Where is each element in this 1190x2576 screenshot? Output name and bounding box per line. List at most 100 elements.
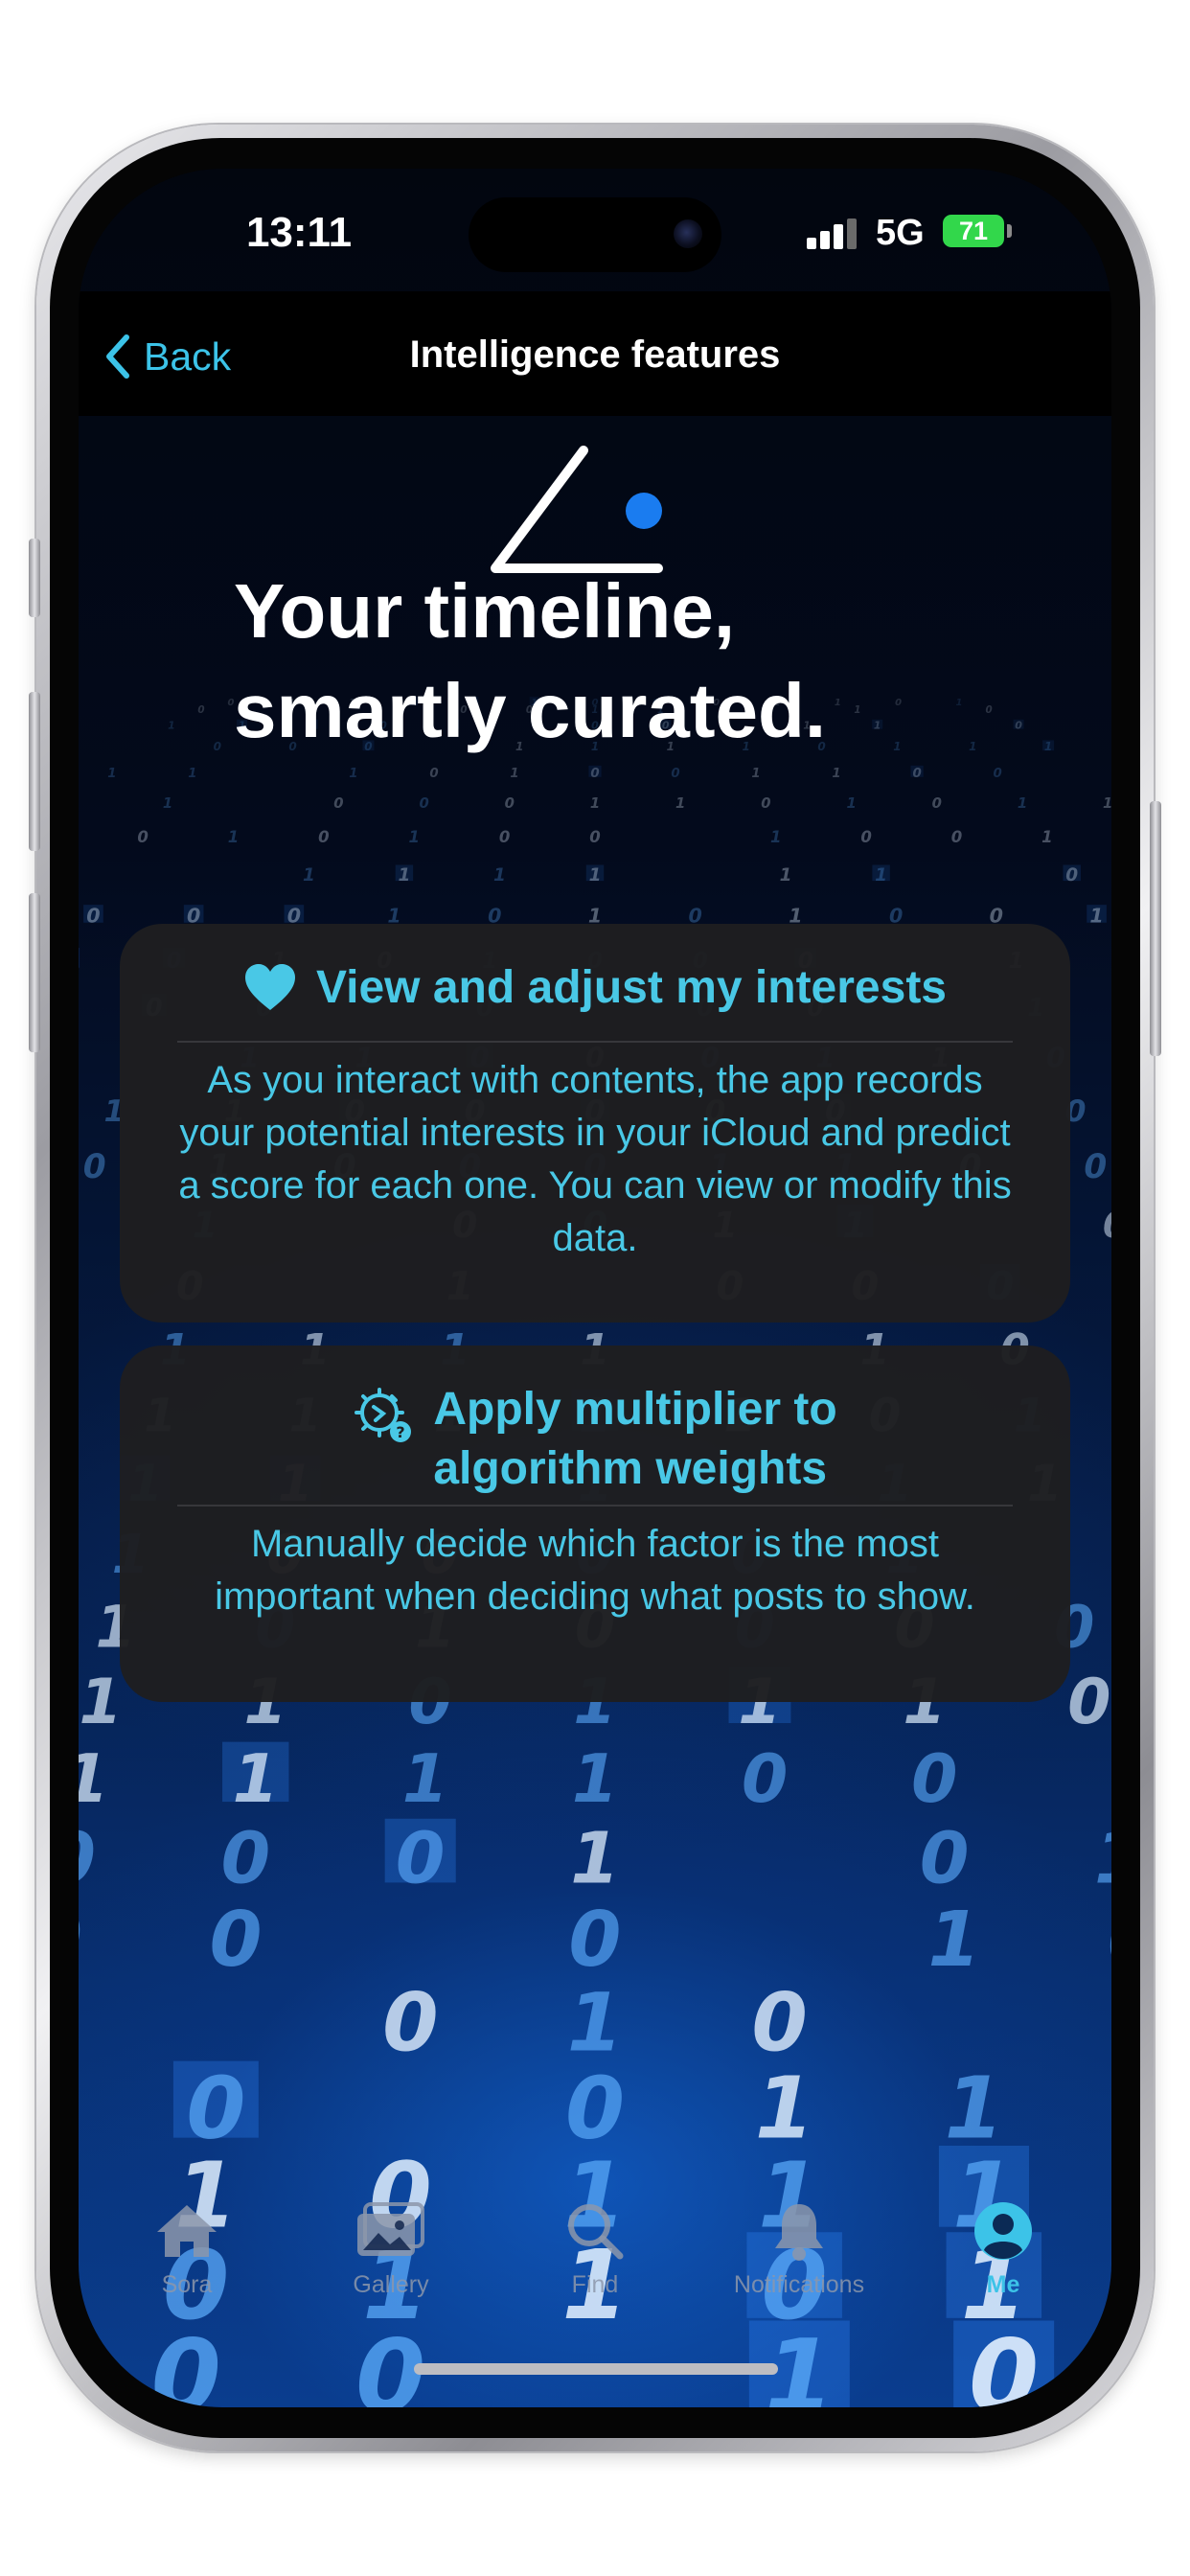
house-icon [157, 2205, 217, 2257]
binary-digit: 1 [590, 795, 600, 812]
binary-digit: 1 [1094, 1817, 1111, 1899]
tab-gallery[interactable]: Gallery [295, 2196, 487, 2312]
binary-digit: 0 [671, 767, 679, 781]
binary-digit: 1 [1018, 795, 1027, 812]
status-time: 13:11 [245, 209, 353, 256]
binary-digit: 1 [233, 1741, 279, 1818]
battery-tip [1007, 224, 1012, 238]
binary-digit: 1 [409, 828, 420, 846]
binary-digit: 1 [1089, 905, 1103, 928]
tab-bar: Sora Gallery Find Notifications Me [79, 2196, 1111, 2340]
binary-digit: 0 [333, 795, 343, 812]
binary-digit: 1 [875, 865, 887, 886]
binary-digit: 0 [318, 828, 329, 846]
binary-digit: 0 [565, 2058, 625, 2158]
binary-digit: 0 [590, 767, 599, 781]
interests-card-description: As you interact with contents, the app r… [178, 1059, 1012, 1259]
binary-digit: 0 [1103, 1204, 1111, 1246]
multiplier-card[interactable]: ? Apply multiplier to algorithm weights … [120, 1346, 1070, 1702]
network-type: 5G [876, 213, 925, 253]
binary-digit: 0 [214, 740, 221, 753]
binary-digit: 0 [419, 795, 428, 812]
binary-digit: 1 [228, 828, 239, 846]
binary-digit: 1 [832, 767, 840, 781]
binary-digit: 0 [186, 2058, 245, 2158]
svg-text:?: ? [397, 1423, 405, 1441]
multiplier-card-description: Manually decide which factor is the most… [215, 1523, 975, 1618]
binary-digit: 0 [912, 767, 921, 781]
cellular-signal-icon [807, 218, 857, 249]
volume-up-button [29, 692, 40, 851]
volume-down-button [29, 893, 40, 1052]
tab-me[interactable]: Me [907, 2196, 1099, 2312]
binary-digit: 1 [79, 1741, 109, 1818]
tab-notifications[interactable]: Notifications [703, 2196, 895, 2312]
multiplier-card-title-line-1: Apply multiplier to [433, 1384, 837, 1435]
binary-digit: 1 [1041, 828, 1052, 846]
binary-digit: 1 [846, 795, 856, 812]
binary-digit: 0 [860, 828, 871, 846]
binary-digit: 1 [927, 1896, 980, 1984]
interests-card[interactable]: View and adjust my interests As you inte… [120, 924, 1070, 1322]
binary-digit: 1 [510, 767, 518, 781]
binary-digit: 0 [1067, 1667, 1110, 1738]
back-button[interactable]: Back [103, 334, 231, 380]
binary-digit: 1 [493, 865, 506, 886]
battery-icon: 71 [943, 215, 1004, 247]
binary-digit: 0 [951, 828, 962, 846]
binary-digit: 1 [675, 795, 685, 812]
binary-digit: 1 [780, 865, 792, 886]
front-camera [674, 219, 702, 248]
binary-digit: 0 [221, 1817, 271, 1899]
binary-digit: 1 [168, 720, 175, 732]
binary-digit: 0 [932, 795, 942, 812]
binary-digit: 0 [210, 1896, 263, 1984]
binary-digit: 1 [1103, 795, 1111, 812]
binary-digit: 0 [197, 704, 204, 716]
interests-card-title: View and adjust my interests [315, 962, 947, 1013]
binary-digit: 0 [920, 1817, 970, 1899]
binary-digit: 0 [429, 767, 438, 781]
tab-label: Notifications [733, 2271, 865, 2298]
multiplier-card-title: Apply multiplier to algorithm weights [433, 1380, 836, 1499]
binary-digit: 0 [86, 905, 100, 928]
binary-digit: 0 [499, 828, 510, 846]
binary-digit: 0 [382, 1976, 438, 2070]
binary-digit: 0 [79, 1896, 82, 1984]
binary-digit: 1 [402, 1741, 448, 1818]
tab-sora[interactable]: Sora [91, 2196, 283, 2312]
bell-icon [775, 2204, 823, 2261]
binary-digit: 1 [589, 865, 602, 886]
power-button [1150, 801, 1161, 1056]
binary-digit: 0 [83, 1148, 106, 1186]
binary-digit: 0 [742, 1741, 788, 1818]
binary-digit: 0 [1084, 1148, 1107, 1186]
page-title: Intelligence features [409, 334, 781, 376]
binary-digit: 0 [751, 1976, 807, 2070]
home-indicator[interactable] [414, 2363, 778, 2375]
battery-percent: 71 [958, 217, 989, 245]
tab-find[interactable]: Find [499, 2196, 691, 2312]
binary-digit: 1 [398, 865, 410, 886]
binary-digit: 1 [751, 767, 760, 781]
action-button [29, 539, 40, 617]
headline-line-2: smartly curated. [234, 668, 827, 753]
magnifier-icon [568, 2204, 624, 2260]
binary-digit: 1 [945, 2058, 1004, 2158]
binary-digit: 0 [911, 1741, 957, 1818]
binary-digit: 0 [1065, 865, 1078, 886]
binary-digit: 0 [993, 767, 1001, 781]
multiplier-card-header: ? Apply multiplier to algorithm weights [120, 1346, 1070, 1505]
binary-digit: 1 [770, 828, 781, 846]
binary-digit: 1 [188, 767, 196, 781]
binary-digit: 0 [589, 828, 600, 846]
photos-icon [357, 2202, 424, 2256]
binary-digit: 0 [396, 1817, 446, 1899]
interests-card-header: View and adjust my interests [120, 924, 1070, 1041]
tab-label: Me [986, 2271, 1020, 2298]
binary-digit: 1 [755, 2058, 814, 2158]
headline-line-1: Your timeline, [234, 568, 736, 654]
binary-digit: 1 [349, 767, 357, 781]
headline: Your timeline, smartly curated. [234, 562, 1000, 761]
tab-label: Find [571, 2271, 619, 2298]
